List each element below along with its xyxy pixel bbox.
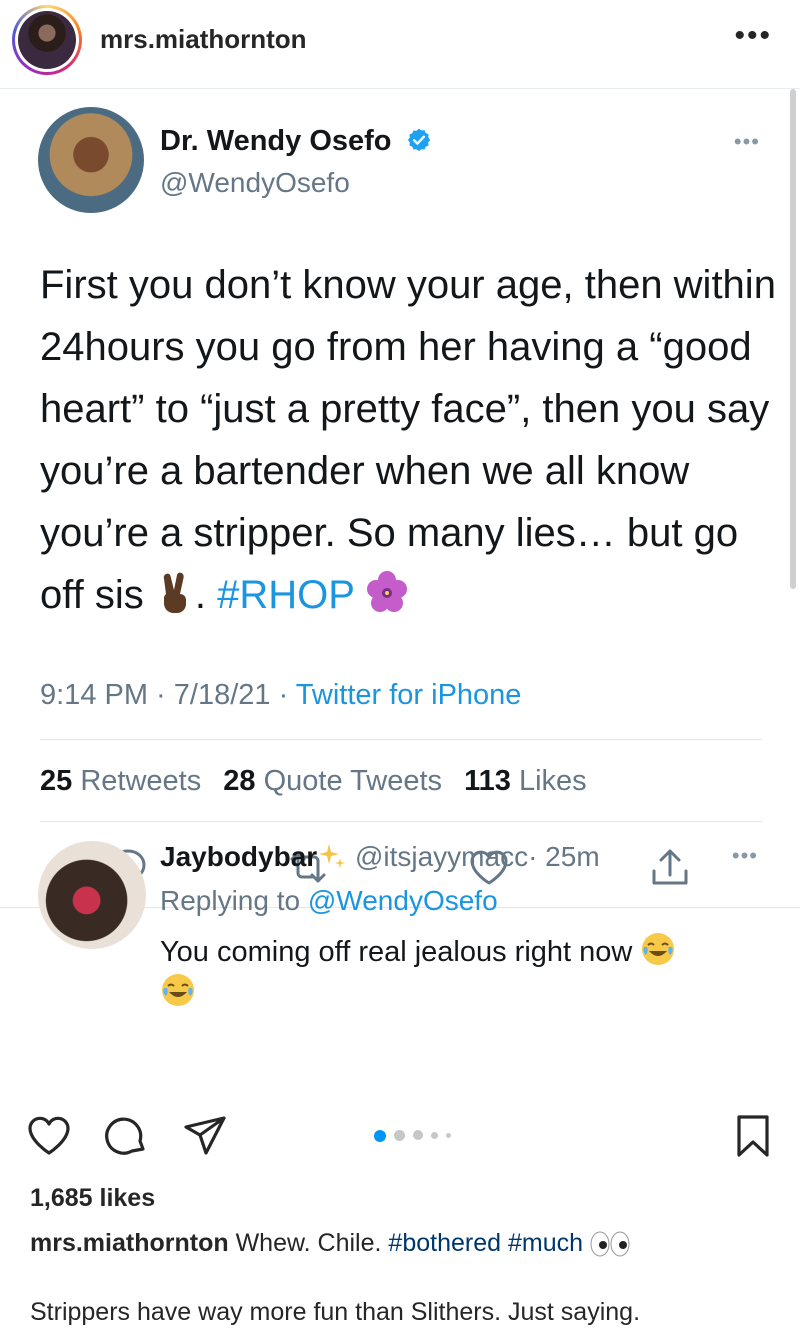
carousel-dot xyxy=(413,1130,423,1140)
tweet-author-avatar xyxy=(38,107,144,213)
reply-more-icon: ••• xyxy=(731,843,758,868)
reply-text: You coming off real jealous right now xyxy=(160,931,760,1013)
like-heart-icon[interactable] xyxy=(26,1113,72,1159)
retweet-count: 25 xyxy=(40,765,73,797)
carousel-dot xyxy=(431,1132,438,1139)
like-label: Likes xyxy=(518,765,587,797)
replying-mention: @WendyOsefo xyxy=(307,885,498,916)
tweet-stats: 25 Retweets 28 Quote Tweets 113 Likes xyxy=(40,765,601,798)
tweet-meta: 9:14 PM · 7/18/21 · Twitter for iPhone xyxy=(40,679,521,712)
avatar[interactable] xyxy=(18,11,76,69)
tears-of-joy-emoji-icon xyxy=(162,974,194,1006)
reply-author-handle: @itsjayymacc xyxy=(354,841,529,872)
post-username[interactable]: mrs.miathornton xyxy=(100,24,307,55)
tweet-author-name: Dr. Wendy Osefo xyxy=(160,125,432,158)
avatar-inner xyxy=(15,8,79,72)
scrollbar xyxy=(790,89,796,589)
tweet-text-after-emoji: . xyxy=(194,573,218,617)
reply-time: · 25m xyxy=(528,841,600,872)
tweet-author-name-text: Dr. Wendy Osefo xyxy=(160,125,392,157)
caption-username[interactable]: mrs.miathornton xyxy=(30,1229,229,1257)
carousel-dot xyxy=(446,1133,451,1138)
caption-second-line: Strippers have way more fun than Slither… xyxy=(30,1298,641,1326)
tears-of-joy-emoji-icon xyxy=(642,933,675,965)
reply-header: Jaybodybar @itsjayymacc· 25m xyxy=(160,841,600,873)
reply-author-name: Jaybodybar xyxy=(160,841,318,872)
victory-hand-emoji-icon xyxy=(163,572,186,613)
tweet-text: First you don’t know your age, then with… xyxy=(40,254,780,626)
tweet-author-handle: @WendyOsefo xyxy=(160,167,350,198)
carousel-dot-active xyxy=(374,1130,386,1142)
quote-stat: 28 Quote Tweets xyxy=(223,765,442,797)
retweet-stat: 25 Retweets xyxy=(40,765,201,797)
save-bookmark-icon[interactable] xyxy=(730,1113,776,1159)
like-stat: 113 Likes xyxy=(464,765,587,797)
divider xyxy=(40,821,762,822)
like-count: 113 xyxy=(464,765,511,797)
reply-text-body: You coming off real jealous right now xyxy=(160,936,633,968)
share-icon xyxy=(652,849,688,885)
sparkles-emoji-icon xyxy=(319,844,346,868)
post-caption: mrs.miathornton Whew. Chile. #bothered #… xyxy=(30,1229,630,1258)
tweet-more-icon: ••• xyxy=(733,129,760,154)
tweet-hashtag: #RHOP xyxy=(217,573,355,617)
caption-text: Whew. Chile. xyxy=(235,1229,382,1257)
replying-to: Replying to @WendyOsefo xyxy=(160,885,498,917)
caption-hashtag-much[interactable]: #much xyxy=(508,1229,583,1257)
profile-avatar-story-ring[interactable] xyxy=(12,5,82,75)
hibiscus-emoji-icon xyxy=(367,571,408,612)
caption-hashtag-bothered[interactable]: #bothered xyxy=(388,1229,501,1257)
eyes-emoji-icon xyxy=(590,1231,630,1257)
instagram-post-header: mrs.miathornton ••• xyxy=(0,0,800,88)
share-paper-plane-icon[interactable] xyxy=(182,1113,228,1159)
tweet-timestamp: 9:14 PM · 7/18/21 · xyxy=(40,679,296,711)
like-count-text[interactable]: 1,685 likes xyxy=(30,1184,155,1213)
quote-count: 28 xyxy=(223,765,256,797)
tweet-text-body: First you don’t know your age, then with… xyxy=(40,263,776,617)
quote-label: Quote Tweets xyxy=(263,765,443,797)
tweet-source: Twitter for iPhone xyxy=(295,679,522,711)
post-image-tweet-screenshot: Dr. Wendy Osefo @WendyOsefo ••• First yo… xyxy=(0,88,800,1100)
replying-prefix: Replying to xyxy=(160,885,308,916)
ellipsis-icon[interactable]: ••• xyxy=(734,21,772,51)
retweet-label: Retweets xyxy=(80,765,202,797)
reply-author-avatar xyxy=(38,841,146,949)
divider xyxy=(40,739,762,740)
verified-badge-icon xyxy=(407,128,430,152)
comment-icon[interactable] xyxy=(104,1113,150,1159)
carousel-dot xyxy=(394,1130,405,1141)
